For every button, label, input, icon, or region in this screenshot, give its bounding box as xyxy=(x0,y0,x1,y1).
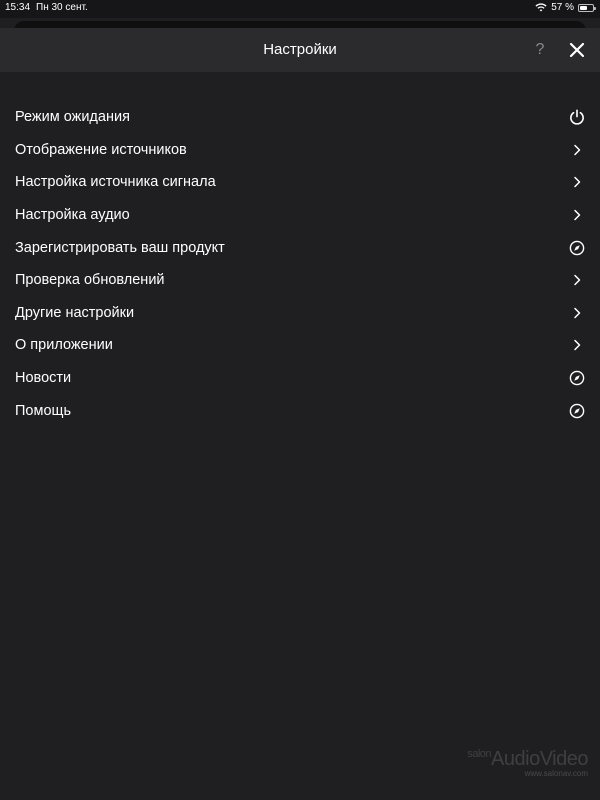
chevron-right-icon xyxy=(568,206,586,224)
chevron-right-icon xyxy=(568,336,586,354)
status-time: 15:34 xyxy=(5,2,31,13)
help-button[interactable]: ? xyxy=(530,40,550,60)
menu-item-label: Помощь xyxy=(15,402,72,419)
menu-item-news[interactable]: Новости xyxy=(0,362,600,395)
compass-icon xyxy=(568,369,586,387)
watermark-logo-small: salon xyxy=(467,748,492,760)
page-title: Настройки xyxy=(263,41,337,58)
close-icon xyxy=(569,42,585,58)
menu-item-label: Зарегистрировать ваш продукт xyxy=(15,239,225,256)
menu-item-audio-setup[interactable]: Настройка аудио xyxy=(0,199,600,232)
menu-item-help[interactable]: Помощь xyxy=(0,394,600,427)
compass-icon xyxy=(568,402,586,420)
menu-item-label: Проверка обновлений xyxy=(15,272,165,289)
menu-item-standby[interactable]: Режим ожидания xyxy=(0,101,600,134)
chevron-right-icon xyxy=(568,141,586,159)
chevron-right-icon xyxy=(568,304,586,322)
menu-item-label: Новости xyxy=(15,370,72,387)
header: Настройки ? xyxy=(0,28,600,72)
battery-percent: 57 % xyxy=(551,2,574,13)
status-indicators: 57 % xyxy=(535,2,596,13)
menu-item-source-display[interactable]: Отображение источников xyxy=(0,134,600,167)
watermark-logo: salonAudioVideo xyxy=(467,748,588,771)
battery-icon xyxy=(578,3,596,12)
menu-item-label: Режим ожидания xyxy=(15,109,130,126)
menu-item-other-settings[interactable]: Другие настройки xyxy=(0,297,600,330)
power-icon xyxy=(568,108,586,126)
chevron-right-icon xyxy=(568,271,586,289)
battery-fill xyxy=(580,5,587,10)
close-button[interactable] xyxy=(566,39,588,61)
chevron-right-icon xyxy=(568,173,586,191)
status-bar: 15:34 Пн 30 сент. 57 % xyxy=(0,0,600,18)
menu-item-register-product[interactable]: Зарегистрировать ваш продукт xyxy=(0,231,600,264)
menu-item-check-updates[interactable]: Проверка обновлений xyxy=(0,264,600,297)
menu-item-label: О приложении xyxy=(15,337,113,354)
menu-item-label: Другие настройки xyxy=(15,304,135,321)
settings-menu: Режим ожидания Отображение источников На… xyxy=(0,101,600,427)
menu-item-signal-source[interactable]: Настройка источника сигнала xyxy=(0,166,600,199)
menu-item-about[interactable]: О приложении xyxy=(0,329,600,362)
compass-icon xyxy=(568,239,586,257)
watermark-logo-text: AudioVideo xyxy=(491,748,588,770)
menu-item-label: Настройка источника сигнала xyxy=(15,174,216,191)
menu-item-label: Настройка аудио xyxy=(15,207,130,224)
wifi-icon xyxy=(535,3,547,12)
menu-item-label: Отображение источников xyxy=(15,141,187,158)
status-date: Пн 30 сент. xyxy=(36,2,88,13)
watermark: salonAudioVideo www.salonav.com xyxy=(467,748,588,778)
